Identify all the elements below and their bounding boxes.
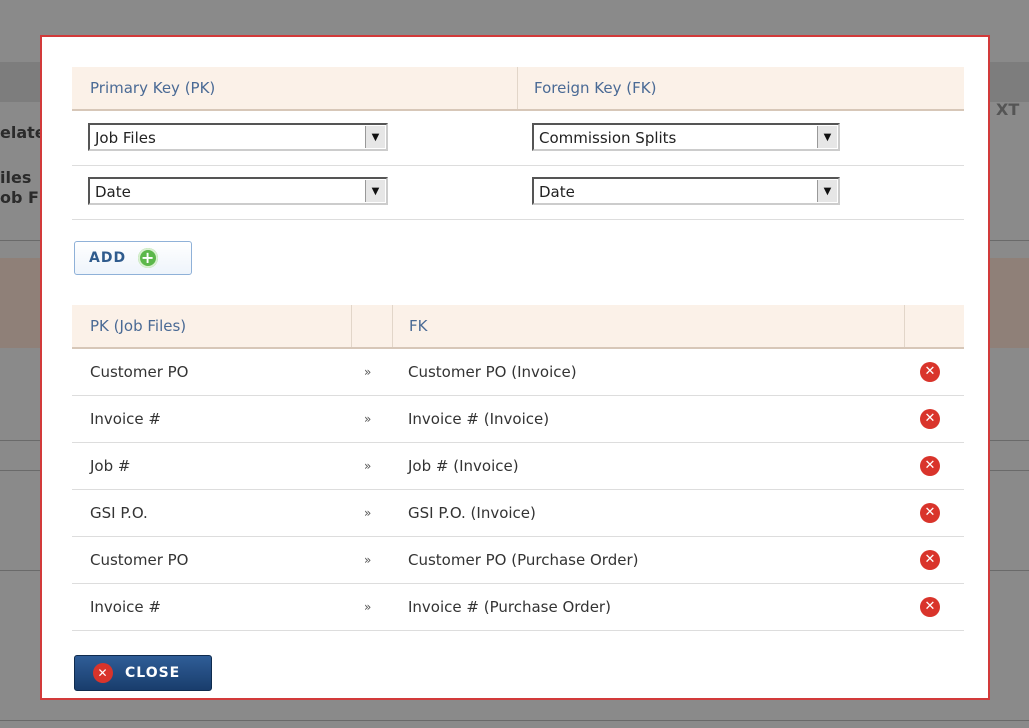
mapping-header-row: PK (Job Files) FK	[72, 305, 964, 349]
delete-icon[interactable]: ✕	[920, 456, 940, 476]
mapping-table: PK (Job Files) FK Customer PO » Customer…	[72, 305, 964, 631]
fk-field-select-value: Date	[539, 183, 575, 201]
background-text: iles	[0, 168, 32, 187]
row-separator: »	[364, 365, 372, 379]
row-separator: »	[364, 600, 372, 614]
row-fk: Customer PO (Invoice)	[408, 363, 577, 381]
background-text: elate	[0, 123, 46, 142]
fk-table-select[interactable]: Commission Splits ▼	[532, 123, 840, 151]
mapping-fk-header: FK	[393, 305, 905, 347]
row-pk: Customer PO	[90, 551, 189, 569]
background-divider	[0, 720, 1029, 721]
key-header-row: Primary Key (PK) Foreign Key (FK)	[72, 67, 964, 111]
chevron-down-icon[interactable]: ▼	[817, 126, 837, 148]
close-icon: ✕	[93, 663, 113, 683]
plus-circle-icon: +	[138, 248, 159, 268]
table-row: Invoice # » Invoice # (Invoice) ✕	[72, 396, 964, 443]
pk-field-select[interactable]: Date ▼	[88, 177, 388, 205]
row-pk: GSI P.O.	[90, 504, 148, 522]
table-row: Customer PO » Customer PO (Invoice) ✕	[72, 349, 964, 396]
row-separator: »	[364, 506, 372, 520]
row-fk: Invoice # (Purchase Order)	[408, 598, 611, 616]
fk-table-select-value: Commission Splits	[539, 129, 677, 147]
row-separator: »	[364, 553, 372, 567]
row-fk: Customer PO (Purchase Order)	[408, 551, 639, 569]
row-separator: »	[364, 412, 372, 426]
row-pk: Invoice #	[90, 410, 161, 428]
mapping-pk-header: PK (Job Files)	[72, 305, 352, 347]
background-text: XT	[996, 100, 1020, 119]
row-separator: »	[364, 459, 372, 473]
pk-table-select[interactable]: Job Files ▼	[88, 123, 388, 151]
mapping-separator-header	[352, 305, 393, 347]
row-pk: Job #	[90, 457, 131, 475]
delete-icon[interactable]: ✕	[920, 409, 940, 429]
chevron-down-icon[interactable]: ▼	[365, 126, 385, 148]
delete-icon[interactable]: ✕	[920, 362, 940, 382]
pk-column-header: Primary Key (PK)	[72, 67, 518, 109]
delete-icon[interactable]: ✕	[920, 550, 940, 570]
add-button[interactable]: ADD +	[74, 241, 192, 275]
table-row: Invoice # » Invoice # (Purchase Order) ✕	[72, 584, 964, 631]
table-row: GSI P.O. » GSI P.O. (Invoice) ✕	[72, 490, 964, 537]
close-button-label: CLOSE	[125, 665, 181, 681]
chevron-down-icon[interactable]: ▼	[365, 180, 385, 202]
row-pk: Invoice #	[90, 598, 161, 616]
pk-table-select-value: Job Files	[95, 129, 156, 147]
table-row: Job # » Job # (Invoice) ✕	[72, 443, 964, 490]
background-text: ob F	[0, 188, 39, 207]
fk-field-select[interactable]: Date ▼	[532, 177, 840, 205]
chevron-down-icon[interactable]: ▼	[817, 180, 837, 202]
pk-field-select-value: Date	[95, 183, 131, 201]
key-select-row: Job Files ▼ Commission Splits ▼	[72, 111, 964, 166]
close-button[interactable]: ✕ CLOSE	[74, 655, 212, 691]
fk-column-header: Foreign Key (FK)	[534, 79, 657, 97]
table-row: Customer PO » Customer PO (Purchase Orde…	[72, 537, 964, 584]
key-select-row: Date ▼ Date ▼	[72, 165, 964, 220]
delete-icon[interactable]: ✕	[920, 597, 940, 617]
delete-icon[interactable]: ✕	[920, 503, 940, 523]
relationship-modal: Primary Key (PK) Foreign Key (FK) Job Fi…	[40, 35, 990, 700]
row-fk: Invoice # (Invoice)	[408, 410, 550, 428]
row-fk: Job # (Invoice)	[408, 457, 519, 475]
row-pk: Customer PO	[90, 363, 189, 381]
row-fk: GSI P.O. (Invoice)	[408, 504, 536, 522]
add-button-label: ADD	[89, 250, 127, 266]
